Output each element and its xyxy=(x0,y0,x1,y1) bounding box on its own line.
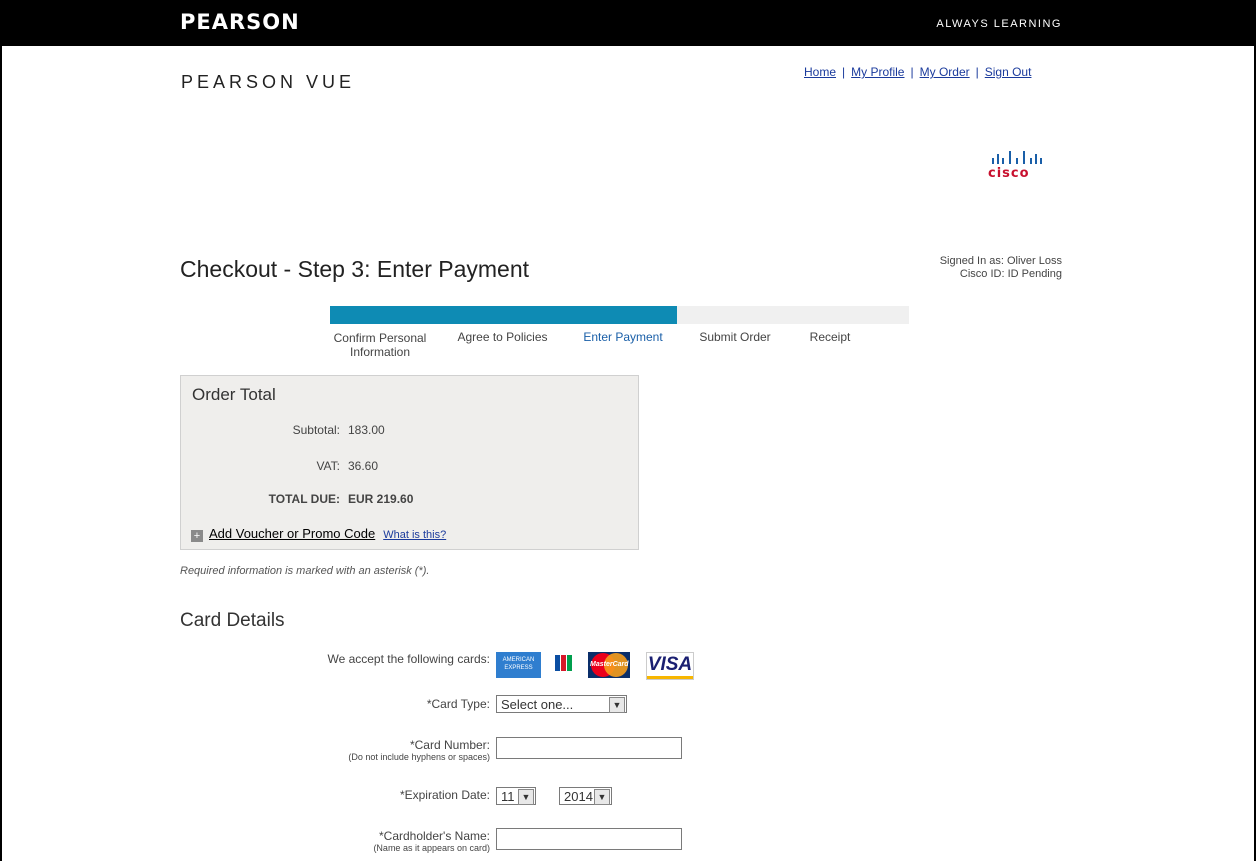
add-voucher-link[interactable]: Add Voucher or Promo Code xyxy=(209,526,375,541)
chevron-down-icon[interactable]: ▼ xyxy=(518,789,534,805)
expiration-year-select[interactable]: 2014 ▼ xyxy=(559,787,612,805)
nav-order-link[interactable]: My Order xyxy=(920,65,970,79)
card-number-input[interactable] xyxy=(496,737,682,759)
expiration-month-value: 11 xyxy=(501,789,515,804)
card-number-label-group: *Card Number: (Do not include hyphens or… xyxy=(280,738,490,762)
vat-value: 36.60 xyxy=(348,459,379,473)
step-submit-order: Submit Order xyxy=(699,330,771,344)
nav-home-link[interactable]: Home xyxy=(804,65,836,79)
card-type-select[interactable]: Select one... ▼ xyxy=(496,695,627,713)
card-number-label: *Card Number: xyxy=(409,738,490,752)
nav-separator: | xyxy=(910,65,914,79)
cisco-logo: cisco xyxy=(986,148,1048,181)
cisco-bars-icon xyxy=(992,151,1042,164)
page-title: Checkout - Step 3: Enter Payment xyxy=(180,256,530,282)
required-note: Required information is marked with an a… xyxy=(180,565,430,577)
nav-separator: | xyxy=(842,65,846,79)
cardholder-name-input[interactable] xyxy=(496,828,682,850)
top-nav: Home | My Profile | My Order | Sign Out xyxy=(804,65,1031,79)
top-bar: PEARSON ALWAYS LEARNING xyxy=(0,0,1256,46)
card-number-hint: (Do not include hyphens or spaces) xyxy=(348,752,490,762)
cisco-wordmark: cisco xyxy=(988,166,1030,181)
nav-separator: | xyxy=(975,65,979,79)
card-details-heading: Card Details xyxy=(180,610,285,631)
chevron-down-icon[interactable]: ▼ xyxy=(594,789,610,805)
expiration-month-select[interactable]: 11 ▼ xyxy=(496,787,536,805)
step-agree-policies: Agree to Policies xyxy=(457,330,548,344)
amex-text: AMERICAN EXPRESS xyxy=(502,657,535,671)
expiration-date-label: *Expiration Date: xyxy=(399,788,490,802)
card-type-value: Select one... xyxy=(501,697,574,712)
cardholder-name-label: *Cardholder's Name: xyxy=(378,829,490,843)
subtotal-value: 183.00 xyxy=(348,423,385,437)
subtotal-label: Subtotal: xyxy=(292,423,340,437)
amex-icon: AMERICAN EXPRESS xyxy=(496,652,541,678)
what-is-this-link[interactable]: What is this? xyxy=(383,529,446,541)
order-total-heading: Order Total xyxy=(192,385,276,404)
page-border-left xyxy=(0,0,2,861)
step-receipt: Receipt xyxy=(809,330,851,344)
cardholder-name-hint: (Name as it appears on card) xyxy=(373,843,490,853)
vat-label: VAT: xyxy=(316,459,340,473)
pearson-logo: PEARSON xyxy=(180,10,300,34)
step-confirm-info: Confirm Personal Information xyxy=(333,331,427,359)
card-type-label: *Card Type: xyxy=(426,697,490,711)
step-enter-payment: Enter Payment xyxy=(583,330,663,344)
cardholder-name-label-group: *Cardholder's Name: (Name as it appears … xyxy=(280,829,490,853)
total-label: TOTAL DUE: xyxy=(268,492,340,506)
expiration-year-value: 2014 xyxy=(564,789,593,804)
vat-row: VAT: 36.60 xyxy=(181,459,378,473)
voucher-section: + Add Voucher or Promo Code What is this? xyxy=(191,526,446,542)
mastercard-icon: MasterCard xyxy=(588,652,630,678)
cisco-id-text: Cisco ID: ID Pending xyxy=(959,268,1062,280)
checkout-progress-bar xyxy=(330,306,909,324)
site-title: PEARSON VUE xyxy=(181,72,356,92)
visa-icon: VISA xyxy=(646,652,694,680)
accepted-cards-label: We accept the following cards: xyxy=(327,652,490,666)
total-value: EUR 219.60 xyxy=(348,492,414,506)
jcb-icon xyxy=(554,652,572,678)
nav-profile-link[interactable]: My Profile xyxy=(851,65,904,79)
visa-text: VISA xyxy=(647,654,693,675)
mastercard-text: MasterCard xyxy=(590,661,629,668)
tagline: ALWAYS LEARNING xyxy=(936,18,1062,30)
chevron-down-icon[interactable]: ▼ xyxy=(609,697,625,713)
order-total-panel: Order Total Subtotal: 183.00 VAT: 36.60 TO… xyxy=(180,375,639,550)
expand-plus-icon[interactable]: + xyxy=(191,530,203,542)
subtotal-row: Subtotal: 183.00 xyxy=(181,423,385,437)
progress-fill xyxy=(330,306,678,324)
signed-in-text: Signed In as: Oliver Loss xyxy=(939,255,1062,267)
total-row: TOTAL DUE: EUR 219.60 xyxy=(181,492,414,506)
user-info: Signed In as: Oliver Loss Cisco ID: ID P… xyxy=(900,255,1062,281)
nav-signout-link[interactable]: Sign Out xyxy=(985,65,1032,79)
